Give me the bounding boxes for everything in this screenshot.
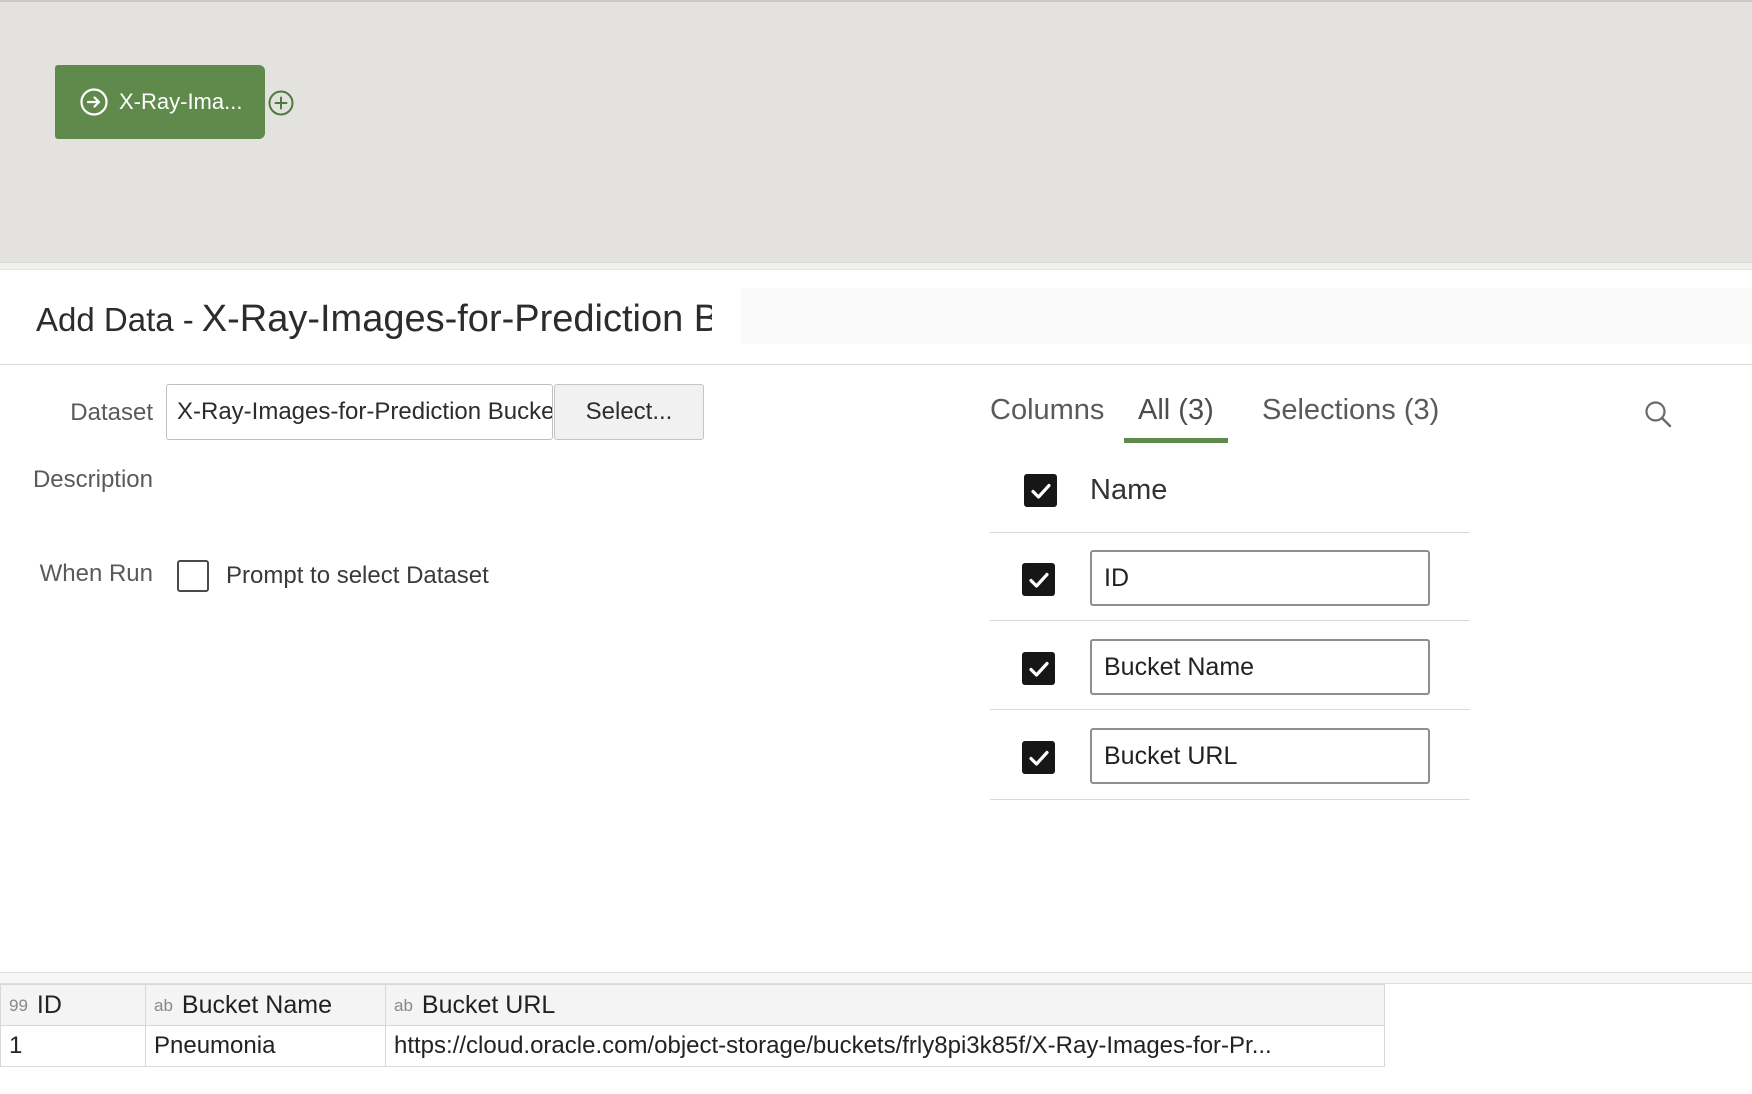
table-row[interactable]: 1 Pneumonia https://cloud.oracle.com/obj… [0, 1025, 1385, 1067]
number-type-icon: 99 [9, 995, 28, 1015]
prompt-dataset-checkbox[interactable] [177, 560, 209, 592]
header-toolbar-area [741, 288, 1752, 344]
grid-cell[interactable]: Pneumonia [145, 1025, 386, 1067]
grid-header-label: Bucket Name [181, 990, 332, 1019]
tab-all[interactable]: All (3) [1138, 394, 1214, 427]
column-checkbox-bucket-url[interactable] [1022, 741, 1055, 774]
check-icon [1028, 661, 1049, 677]
grid-cell[interactable]: https://cloud.oracle.com/object-storage/… [385, 1025, 1385, 1067]
grid-header-bucket-name[interactable]: ab Bucket Name [145, 984, 386, 1026]
node-label: X-Ray-Ima... [119, 89, 243, 114]
row-divider [990, 532, 1470, 533]
column-name-id[interactable] [1090, 550, 1430, 606]
search-icon[interactable] [1643, 399, 1673, 429]
dataset-field[interactable]: X-Ray-Images-for-Prediction Bucket [166, 384, 553, 440]
check-icon [1030, 483, 1051, 499]
name-column-header: Name [1090, 474, 1168, 506]
text-type-icon: ab [394, 995, 413, 1015]
column-name-bucket-url[interactable] [1090, 728, 1430, 784]
title-prefix: Add Data - [36, 301, 194, 338]
column-name-bucket-name[interactable] [1090, 639, 1430, 695]
arrow-circle-right-icon [80, 88, 108, 116]
grid-cell[interactable]: 1 [0, 1025, 146, 1067]
text-type-icon: ab [154, 995, 173, 1015]
data-preview-grid: 99 ID ab Bucket Name ab Bucket URL 1 Pneumo… [0, 984, 1385, 1067]
check-icon [1028, 572, 1049, 588]
select-dataset-button[interactable]: Select... [554, 384, 704, 440]
row-divider [990, 799, 1470, 800]
column-checkbox-bucket-name[interactable] [1022, 652, 1055, 685]
grid-splitter[interactable] [0, 972, 1752, 984]
columns-title: Columns [990, 394, 1105, 426]
column-checkbox-id[interactable] [1022, 563, 1055, 596]
plus-circle-icon[interactable] [267, 89, 295, 117]
page-title: Add Data -X-Ray-Images-for-Prediction Bu… [36, 296, 712, 342]
dataset-label: Dataset [70, 399, 153, 426]
active-tab-indicator [1124, 438, 1228, 443]
row-divider [990, 709, 1470, 710]
grid-header-label: ID [36, 990, 62, 1019]
canvas-divider[interactable] [0, 262, 1752, 270]
check-icon [1028, 750, 1049, 766]
flow-canvas[interactable]: X-Ray-Ima... [0, 0, 1752, 262]
grid-header-bucket-url[interactable]: ab Bucket URL [385, 984, 1385, 1026]
row-divider [990, 620, 1470, 621]
title-name[interactable]: X-Ray-Images-for-Prediction Bucket [202, 298, 712, 340]
grid-header-id[interactable]: 99 ID [0, 984, 146, 1026]
tab-selections[interactable]: Selections (3) [1262, 394, 1439, 427]
when-run-label: When Run [39, 560, 153, 587]
prompt-dataset-label[interactable]: Prompt to select Dataset [226, 562, 489, 590]
dataset-node[interactable]: X-Ray-Ima... [55, 65, 265, 139]
select-all-checkbox[interactable] [1024, 474, 1057, 507]
grid-header-label: Bucket URL [421, 990, 556, 1019]
step-header: Add Data -X-Ray-Images-for-Prediction Bu… [0, 272, 1752, 365]
description-label: Description [32, 466, 153, 493]
